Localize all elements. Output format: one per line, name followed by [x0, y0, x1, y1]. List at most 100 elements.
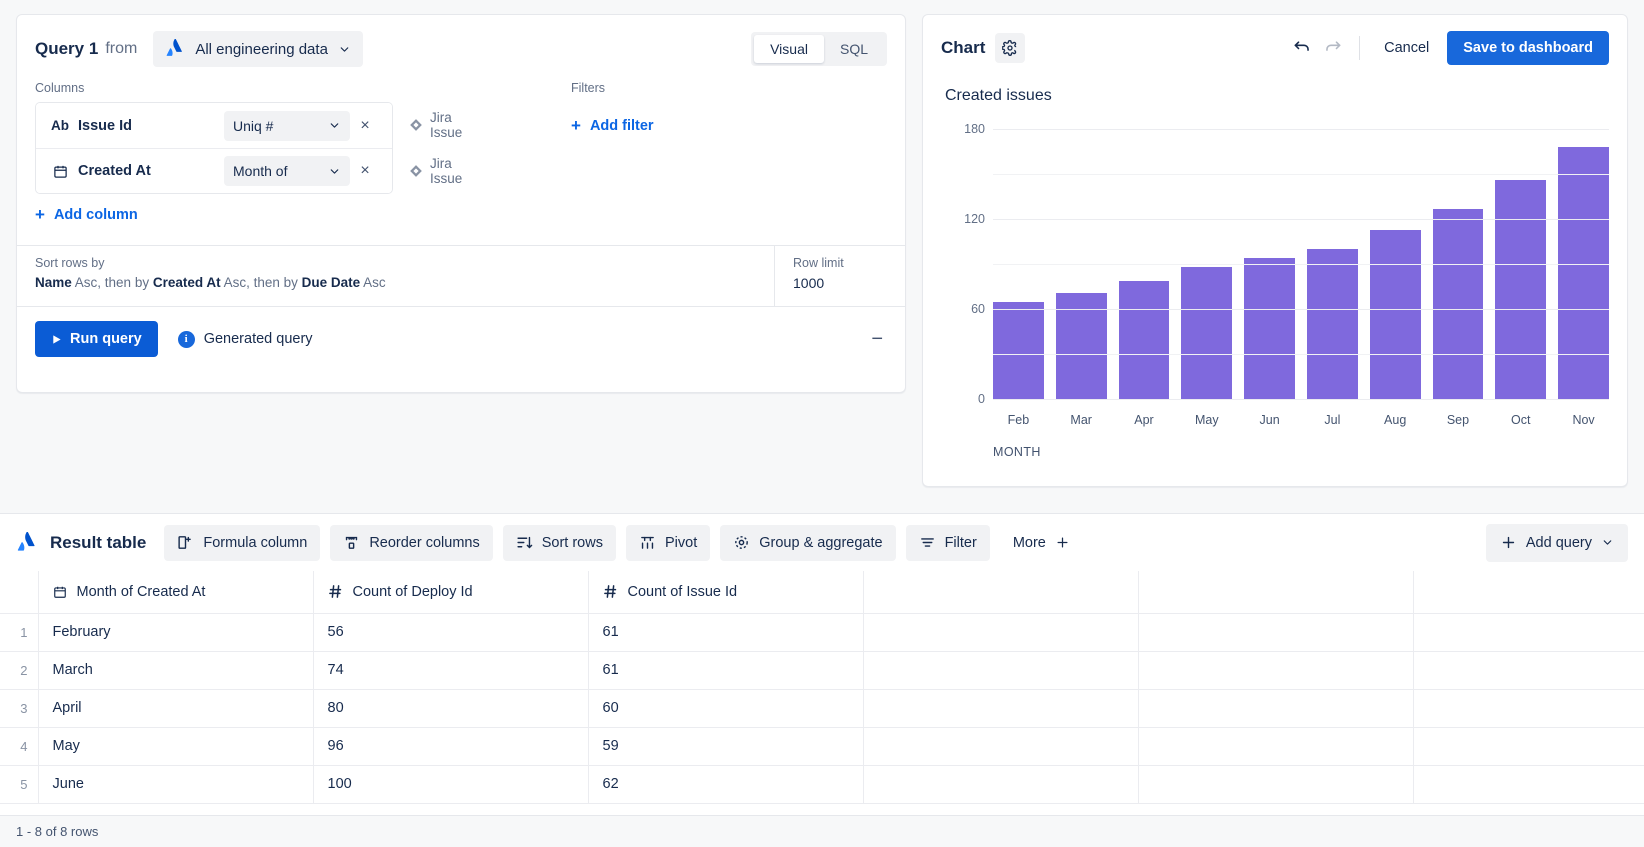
sort-rows-button[interactable]: Sort rows — [503, 525, 616, 561]
table-cell[interactable] — [1413, 727, 1644, 765]
add-filter-button[interactable]: + Add filter — [571, 117, 887, 134]
table-cell[interactable]: 96 — [313, 727, 588, 765]
bar[interactable] — [1119, 281, 1170, 400]
gridline — [993, 354, 1609, 355]
reorder-columns-button[interactable]: Reorder columns — [330, 525, 492, 561]
column-aggregation-select[interactable]: Month of — [224, 156, 350, 186]
group-aggregate-button[interactable]: Group & aggregate — [720, 525, 895, 561]
table-cell[interactable]: 59 — [588, 727, 863, 765]
table-column-header[interactable]: Month of Created At — [38, 571, 313, 613]
more-button[interactable]: More — [1000, 525, 1083, 561]
table-row[interactable]: 3April8060 — [0, 689, 1644, 727]
bar[interactable] — [1307, 249, 1358, 399]
x-axis-tick: Mar — [1056, 413, 1107, 427]
table-cell[interactable] — [863, 765, 1138, 803]
table-cell[interactable] — [1413, 613, 1644, 651]
table-cell[interactable]: 74 — [313, 651, 588, 689]
cancel-button[interactable]: Cancel — [1372, 40, 1441, 56]
remove-column-button[interactable]: × — [350, 117, 380, 135]
table-column-header[interactable]: Count of Issue Id — [588, 571, 863, 613]
table-cell[interactable] — [863, 689, 1138, 727]
table-cell[interactable] — [1413, 651, 1644, 689]
gridline — [993, 264, 1609, 265]
bar[interactable] — [993, 302, 1044, 400]
chart-canvas[interactable]: 060120180 — [993, 129, 1609, 399]
tab-sql[interactable]: SQL — [824, 35, 884, 63]
table-column-header-label: Count of Deploy Id — [353, 584, 473, 600]
table-cell[interactable]: 61 — [588, 651, 863, 689]
row-limit-section[interactable]: Row limit 1000 — [775, 246, 905, 306]
table-cell[interactable]: 56 — [313, 613, 588, 651]
column-name: Issue Id — [78, 118, 224, 134]
table-column-header[interactable] — [863, 571, 1138, 613]
undo-icon[interactable] — [1287, 33, 1317, 63]
chevron-down-icon — [1601, 536, 1614, 549]
group-aggregate-icon — [733, 534, 750, 551]
pivot-label: Pivot — [665, 535, 697, 551]
table-cell[interactable]: March — [38, 651, 313, 689]
table-cell[interactable] — [863, 613, 1138, 651]
hash-icon — [603, 584, 618, 599]
table-cell[interactable] — [1413, 689, 1644, 727]
x-axis-tick: Aug — [1370, 413, 1421, 427]
y-axis-tick: 0 — [978, 392, 985, 406]
table-column-header[interactable] — [1138, 571, 1413, 613]
table-cell[interactable] — [1138, 765, 1413, 803]
data-source-selector[interactable]: All engineering data — [153, 31, 363, 67]
table-cell[interactable] — [863, 727, 1138, 765]
row-number: 1 — [0, 613, 38, 651]
save-to-dashboard-button[interactable]: Save to dashboard — [1447, 31, 1609, 65]
table-cell[interactable] — [1138, 727, 1413, 765]
table-cell[interactable]: 62 — [588, 765, 863, 803]
bar[interactable] — [1495, 180, 1546, 399]
table-cell[interactable]: 80 — [313, 689, 588, 727]
table-cell[interactable] — [1413, 765, 1644, 803]
table-cell[interactable]: 60 — [588, 689, 863, 727]
bar[interactable] — [1433, 209, 1484, 400]
bar[interactable] — [1244, 258, 1295, 399]
table-cell[interactable] — [1138, 613, 1413, 651]
tab-visual[interactable]: Visual — [754, 35, 824, 63]
visual-sql-toggle[interactable]: Visual SQL — [751, 32, 887, 66]
bar[interactable] — [1558, 147, 1609, 399]
collapse-button[interactable]: − — [871, 328, 887, 351]
formula-column-button[interactable]: Formula column — [164, 525, 320, 561]
remove-column-button[interactable]: × — [350, 162, 380, 180]
row-limit-label: Row limit — [793, 256, 887, 270]
table-cell[interactable]: May — [38, 727, 313, 765]
table-cell[interactable]: 61 — [588, 613, 863, 651]
plus-icon: + — [35, 206, 45, 223]
column-row[interactable]: Created At Month of × — [36, 148, 392, 193]
table-column-header[interactable]: Count of Deploy Id — [313, 571, 588, 613]
column-row[interactable]: Ab Issue Id Uniq # × — [36, 103, 392, 148]
row-number: 5 — [0, 765, 38, 803]
table-row[interactable]: 5June10062 — [0, 765, 1644, 803]
bar[interactable] — [1181, 267, 1232, 399]
atlassian-logo-icon — [165, 39, 185, 59]
filter-label: Filter — [945, 535, 977, 551]
pivot-button[interactable]: Pivot — [626, 525, 710, 561]
table-cell[interactable]: April — [38, 689, 313, 727]
row-number: 3 — [0, 689, 38, 727]
add-query-button[interactable]: Add query — [1486, 524, 1628, 562]
filter-button[interactable]: Filter — [906, 525, 990, 561]
table-cell[interactable]: 100 — [313, 765, 588, 803]
generated-query-button[interactable]: i Generated query — [178, 331, 313, 348]
table-row[interactable]: 1February5661 — [0, 613, 1644, 651]
table-cell[interactable]: February — [38, 613, 313, 651]
table-cell[interactable]: June — [38, 765, 313, 803]
bar[interactable] — [1370, 230, 1421, 400]
add-column-button[interactable]: + Add column — [35, 206, 555, 223]
chevron-down-icon — [328, 165, 341, 178]
table-row[interactable]: 2March7461 — [0, 651, 1644, 689]
table-cell[interactable] — [1138, 689, 1413, 727]
table-cell[interactable] — [1138, 651, 1413, 689]
redo-icon[interactable] — [1317, 33, 1347, 63]
column-aggregation-select[interactable]: Uniq # — [224, 111, 350, 141]
table-cell[interactable] — [863, 651, 1138, 689]
table-row[interactable]: 4May9659 — [0, 727, 1644, 765]
table-column-header[interactable] — [1413, 571, 1644, 613]
run-query-button[interactable]: Run query — [35, 321, 158, 357]
sort-rows-section[interactable]: Sort rows by Name Asc, then by Created A… — [17, 246, 775, 306]
gear-icon[interactable] — [995, 33, 1025, 63]
